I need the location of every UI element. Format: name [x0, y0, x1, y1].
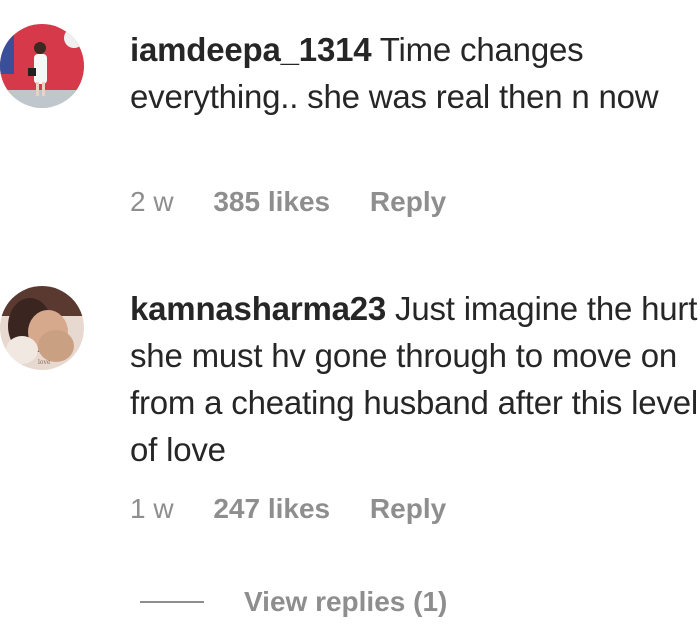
svg-text:love: love	[38, 359, 51, 366]
comment-time: 2 w	[130, 186, 174, 217]
reply-button[interactable]: Reply	[370, 186, 446, 218]
comment-likes[interactable]: 385 likes	[213, 186, 330, 218]
replies-divider-line	[140, 601, 204, 603]
comment-meta: 1 w 247 likes Reply	[130, 493, 446, 525]
reply-button[interactable]: Reply	[370, 493, 446, 525]
profile-photo-icon: love	[0, 286, 84, 370]
comment-text: iamdeepa_1314 Time changes everything.. …	[130, 26, 698, 120]
comment-username[interactable]: kamnasharma23	[130, 290, 386, 327]
view-replies-label: View replies (1)	[244, 586, 448, 617]
comment-meta: 2 w 385 likes Reply	[130, 186, 446, 218]
avatar[interactable]	[0, 24, 84, 108]
view-replies-button[interactable]: View replies (1)	[140, 582, 447, 622]
comment-username[interactable]: iamdeepa_1314	[130, 31, 372, 68]
avatar[interactable]: love	[0, 286, 84, 370]
profile-photo-icon	[0, 24, 84, 108]
comment-text: kamnasharma23 Just imagine the hurt she …	[130, 285, 698, 473]
comment-time: 1 w	[130, 493, 174, 524]
comment-likes[interactable]: 247 likes	[213, 493, 330, 525]
